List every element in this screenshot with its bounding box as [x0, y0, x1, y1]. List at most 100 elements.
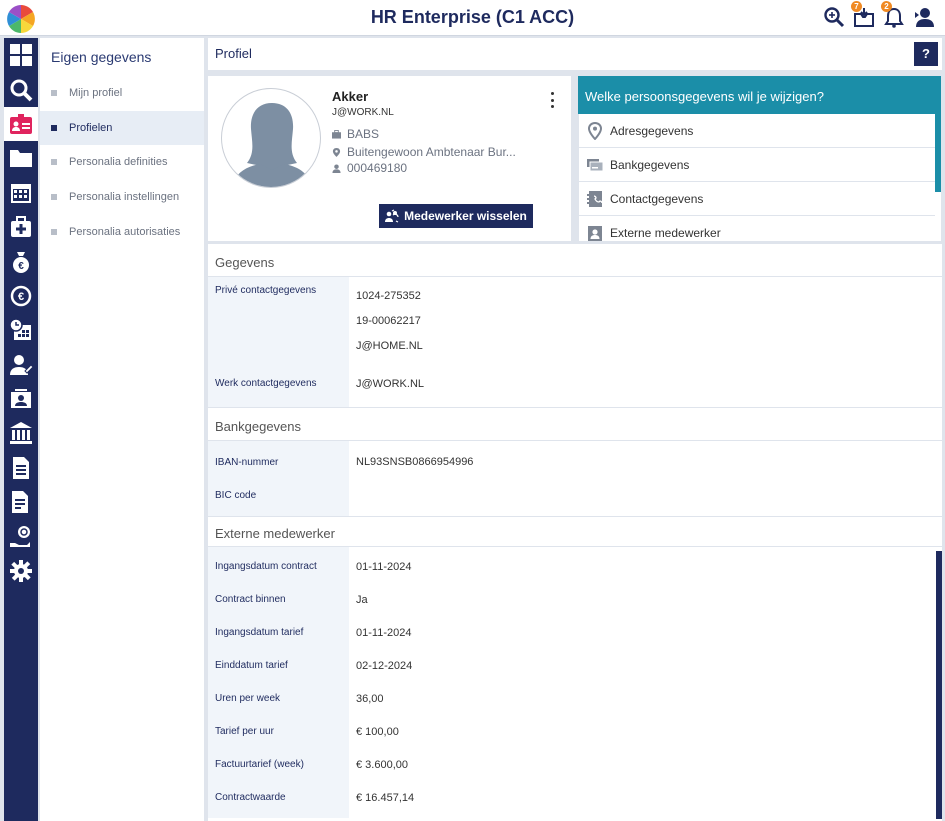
profile-employee-id: 000469180: [332, 161, 407, 175]
user-menu-icon[interactable]: [913, 6, 935, 28]
change-item-externe-medewerker[interactable]: Externe medewerker: [578, 216, 935, 241]
subnav-item-personalia-instellingen[interactable]: Personalia instellingen: [40, 180, 204, 215]
more-options-icon[interactable]: [549, 92, 555, 108]
rail-medical[interactable]: [4, 210, 38, 244]
rail-employee[interactable]: [4, 348, 38, 382]
field-value: € 16.457,14: [356, 792, 415, 804]
rail-personal[interactable]: [4, 106, 38, 142]
bullet-icon: [51, 194, 57, 201]
hand-coin-icon: [10, 525, 30, 547]
app-title: HR Enterprise (C1 ACC): [370, 7, 575, 27]
subnav-item-label: Personalia definities: [69, 156, 168, 169]
rail-settings[interactable]: [4, 554, 38, 588]
field-label: IBAN-nummer: [208, 441, 349, 474]
details-scrollbar[interactable]: [936, 551, 942, 819]
subnav-item-personalia-definities[interactable]: Personalia definities: [40, 145, 204, 180]
address-book-icon: [587, 190, 603, 207]
field-value: 02-12-2024: [356, 660, 413, 672]
field-value: 19-00062217: [356, 315, 421, 327]
field-label: BIC code: [208, 474, 349, 516]
change-details-panel: Welke persoonsgegevens wil je wijzigen? …: [578, 76, 941, 241]
field-label: Contract binnen: [208, 580, 349, 613]
rail-bank[interactable]: [4, 416, 38, 450]
module-rail: € €: [4, 38, 38, 821]
row-contractwaarde: Contractwaarde € 16.457,14: [208, 778, 942, 818]
department-label: BABS: [347, 127, 380, 141]
page-header: Profiel ?: [208, 38, 942, 70]
field-label: Ingangsdatum contract: [208, 547, 349, 580]
change-item-contactgegevens[interactable]: Contactgegevens: [578, 182, 935, 216]
switch-button-label: Medewerker wisselen: [404, 209, 527, 223]
field-value: NL93SNSB0866954996: [356, 456, 474, 468]
change-item-bankgegevens[interactable]: Bankgegevens: [578, 148, 935, 182]
rail-payments[interactable]: €: [4, 279, 38, 313]
inbox-icon[interactable]: 7: [851, 1, 875, 28]
subnav-item-personalia-autorisaties[interactable]: Personalia autorisaties: [40, 214, 204, 249]
field-value: J@WORK.NL: [356, 378, 425, 390]
bell-icon[interactable]: 2: [881, 1, 905, 28]
change-item-adresgegevens[interactable]: Adresgegevens: [578, 114, 935, 148]
change-item-label: Adresgegevens: [610, 123, 694, 138]
subnav-item-label: Personalia instellingen: [69, 191, 180, 204]
folder-icon: [10, 150, 32, 168]
briefcase-icon: [332, 129, 341, 139]
field-value: 1024-275352: [356, 290, 421, 302]
details-panel: Gegevens Privé contactgegevens 1024-2753…: [208, 244, 942, 821]
change-item-label: Contactgegevens: [610, 191, 704, 206]
search-zoom-icon[interactable]: [823, 6, 845, 28]
bank-cards-icon: [587, 158, 604, 171]
calendar-icon: [11, 183, 31, 203]
rail-reports[interactable]: [4, 485, 38, 519]
profile-email: J@WORK.NL: [332, 107, 394, 118]
svg-text:€: €: [18, 261, 24, 272]
profile-name: Akker: [332, 89, 369, 104]
money-bag-icon: €: [13, 251, 29, 273]
rail-calendar[interactable]: [4, 176, 38, 210]
row-werk-contact: Werk contactgegevens J@WORK.NL: [208, 374, 942, 407]
section-title-gegevens: Gegevens: [208, 244, 942, 277]
subnav-item-profielen[interactable]: Profielen: [40, 110, 204, 146]
top-bar: HR Enterprise (C1 ACC) 7 2: [0, 0, 945, 36]
bell-badge: 2: [881, 1, 892, 12]
bullet-icon: [51, 124, 57, 131]
page-title: Profiel: [215, 46, 252, 61]
bullet-icon: [51, 228, 57, 235]
field-label: Privé contactgegevens: [208, 277, 349, 374]
rail-dashboard[interactable]: [4, 38, 38, 72]
change-item-label: Externe medewerker: [610, 225, 721, 240]
profile-card: Akker J@WORK.NL BABS Buitengewoon Ambten…: [208, 76, 571, 241]
clock-calendar-icon: [9, 318, 31, 341]
bullet-icon: [51, 159, 57, 166]
subnav-item-label: Mijn profiel: [69, 87, 123, 100]
subnav-item-label: Profielen: [69, 121, 113, 134]
row-prive-contact: Privé contactgegevens 1024-275352 19-000…: [208, 277, 942, 374]
row-einddatum-tarief: Einddatum tarief 02-12-2024: [208, 646, 942, 679]
subnav-item-mijn-profiel[interactable]: Mijn profiel: [40, 76, 204, 111]
rail-schedule[interactable]: [4, 313, 38, 347]
row-uren-per-week: Uren per week 36,00: [208, 679, 942, 712]
row-ingangsdatum-contract: Ingangsdatum contract 01-11-2024: [208, 547, 942, 580]
rail-money[interactable]: €: [4, 244, 38, 278]
field-label: Contractwaarde: [208, 778, 349, 818]
user-edit-icon: [10, 354, 33, 375]
field-label: Tarief per uur: [208, 712, 349, 745]
gear-icon: [10, 560, 32, 583]
rail-folder[interactable]: [4, 141, 38, 175]
contact-card-icon: [11, 389, 31, 409]
employee-id-label: 000469180: [347, 161, 408, 175]
switch-employee-button[interactable]: Medewerker wisselen: [379, 204, 533, 228]
rail-documents[interactable]: [4, 451, 38, 485]
change-panel-scrollbar[interactable]: [935, 114, 941, 192]
rail-payroll[interactable]: [4, 519, 38, 553]
help-button[interactable]: ?: [914, 42, 938, 66]
row-contract-binnen: Contract binnen Ja: [208, 580, 942, 613]
profile-location: Buitengewoon Ambtenaar Bur...: [332, 145, 516, 159]
avatar: [221, 88, 321, 188]
dashboard-grid-icon: [10, 44, 32, 67]
subnav-item-label: Personalia autorisaties: [69, 225, 181, 238]
row-tarief-per-uur: Tarief per uur € 100,00: [208, 712, 942, 745]
rail-contacts[interactable]: [4, 382, 38, 416]
field-label: Uren per week: [208, 679, 349, 712]
id-card-icon: [10, 113, 32, 134]
rail-search[interactable]: [4, 72, 38, 106]
